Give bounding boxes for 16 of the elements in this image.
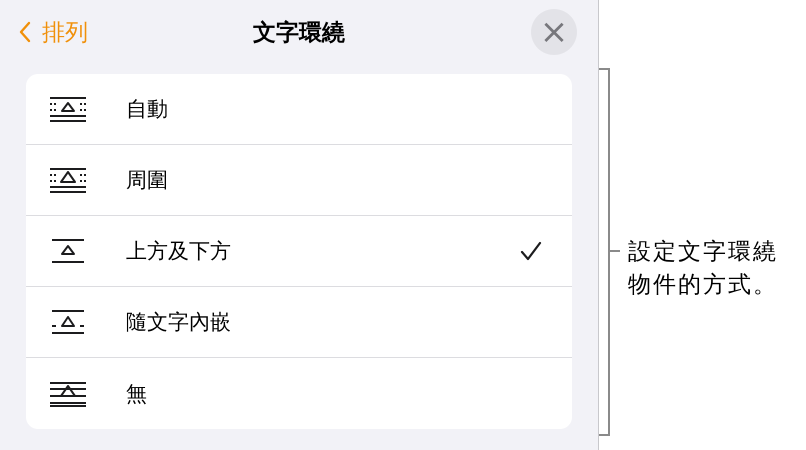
option-label: 上方及下方	[126, 238, 232, 265]
option-label: 周圍	[126, 167, 169, 194]
wrap-option[interactable]: 周圍	[26, 145, 572, 216]
wrap-style-icon	[48, 95, 88, 123]
wrap-option[interactable]: 上方及下方	[26, 216, 572, 287]
callout-text: 設定文字環繞物件的方式。	[628, 238, 779, 300]
option-label: 隨文字內嵌	[126, 309, 232, 336]
option-label: 無	[126, 380, 148, 408]
option-label: 自動	[126, 96, 169, 123]
panel-title: 文字環繞	[252, 18, 346, 48]
wrap-option[interactable]: 無	[26, 358, 572, 429]
wrap-style-icon	[48, 166, 88, 194]
wrap-style-icon	[48, 380, 88, 408]
chevron-left-icon	[18, 20, 32, 44]
wrap-option[interactable]: 自動	[26, 74, 572, 145]
wrap-option[interactable]: 隨文字內嵌	[26, 287, 572, 358]
